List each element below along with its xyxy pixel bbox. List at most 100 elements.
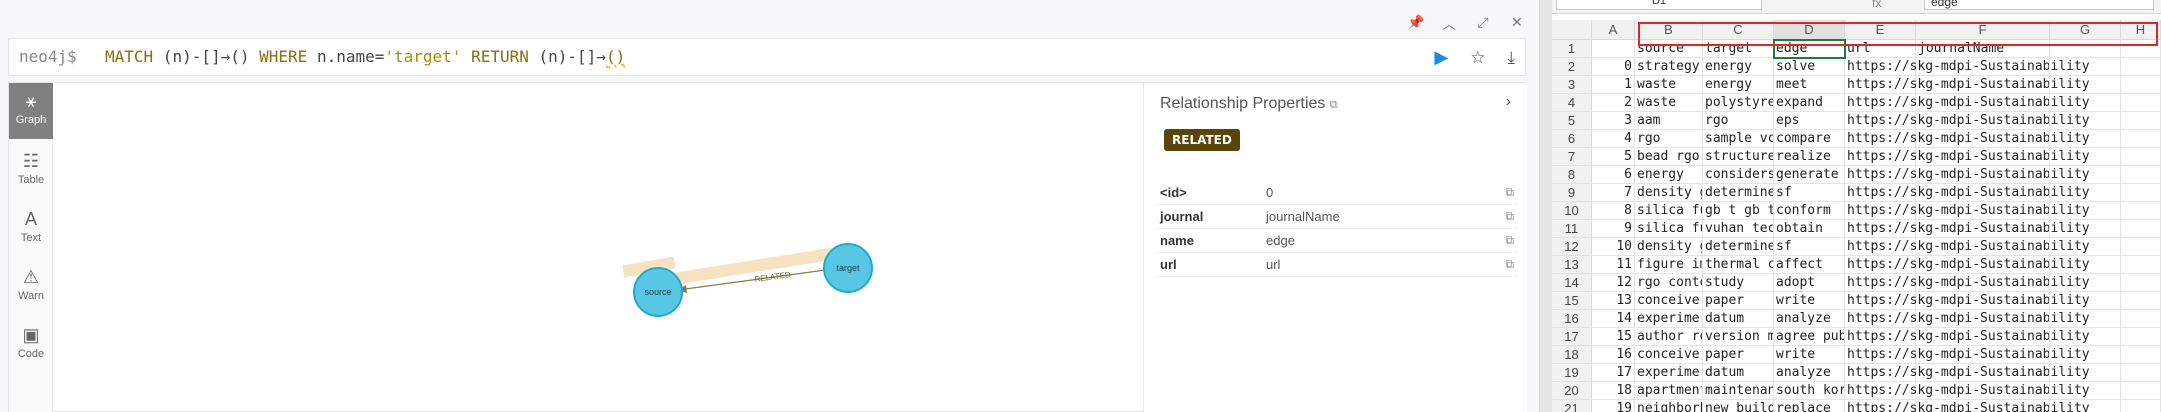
table-cell[interactable]: https://skg-mdpi-Sustainability: [1845, 94, 2090, 112]
table-cell[interactable]: https://skg-mdpi-Sustainability: [1845, 256, 2090, 274]
table-cell[interactable]: 6: [1592, 166, 1635, 184]
table-cell[interactable]: sample vc: [1703, 130, 1774, 148]
table-cell[interactable]: 13: [1592, 292, 1635, 310]
column-header-b[interactable]: B: [1635, 20, 1703, 40]
table-cell[interactable]: [1916, 256, 2050, 274]
table-cell[interactable]: [2050, 148, 2121, 166]
table-cell[interactable]: sf: [1774, 184, 1845, 202]
table-cell[interactable]: [2050, 328, 2121, 346]
table-cell[interactable]: [2050, 58, 2121, 76]
table-cell[interactable]: [1916, 58, 2050, 76]
table-cell[interactable]: 2: [1592, 94, 1635, 112]
table-cell[interactable]: 10: [1592, 238, 1635, 256]
table-cell[interactable]: [1916, 76, 2050, 94]
table-cell[interactable]: [1916, 364, 2050, 382]
table-cell[interactable]: [2121, 364, 2161, 382]
table-cell[interactable]: [2121, 202, 2161, 220]
table-cell[interactable]: [1916, 184, 2050, 202]
table-cell[interactable]: [2121, 112, 2161, 130]
table-cell[interactable]: datum: [1703, 310, 1774, 328]
table-cell[interactable]: apartment: [1635, 382, 1703, 400]
table-cell[interactable]: energy: [1635, 166, 1703, 184]
table-cell[interactable]: experimer: [1635, 310, 1703, 328]
table-cell[interactable]: [2050, 274, 2121, 292]
table-cell[interactable]: [1916, 148, 2050, 166]
row-header[interactable]: 12: [1552, 238, 1592, 256]
table-cell[interactable]: [1916, 292, 2050, 310]
table-cell[interactable]: energy: [1703, 76, 1774, 94]
header-cell[interactable]: [2050, 40, 2121, 58]
table-cell[interactable]: compare: [1774, 130, 1845, 148]
row-header[interactable]: 21: [1552, 400, 1592, 412]
table-cell[interactable]: determines: [1703, 184, 1774, 202]
table-cell[interactable]: [2121, 382, 2161, 400]
table-cell[interactable]: [2050, 202, 2121, 220]
table-cell[interactable]: [2121, 292, 2161, 310]
table-cell[interactable]: 19: [1592, 400, 1635, 412]
table-cell[interactable]: [2050, 346, 2121, 364]
table-cell[interactable]: eps: [1774, 112, 1845, 130]
table-cell[interactable]: 16: [1592, 346, 1635, 364]
table-cell[interactable]: [2050, 184, 2121, 202]
column-header-d[interactable]: D: [1774, 20, 1845, 40]
table-cell[interactable]: [1916, 400, 2050, 412]
table-cell[interactable]: 7: [1592, 184, 1635, 202]
table-cell[interactable]: new build: [1703, 400, 1774, 412]
table-cell[interactable]: structure: [1703, 148, 1774, 166]
row-header[interactable]: 17: [1552, 328, 1592, 346]
table-cell[interactable]: 15: [1592, 328, 1635, 346]
table-cell[interactable]: waste: [1635, 76, 1703, 94]
column-header-a[interactable]: A: [1592, 20, 1635, 40]
table-cell[interactable]: [2050, 166, 2121, 184]
graph-canvas[interactable]: RELATED source target: [53, 83, 1153, 412]
table-cell[interactable]: conceive: [1635, 292, 1703, 310]
table-cell[interactable]: [2050, 364, 2121, 382]
tab-code[interactable]: ▣ Code: [9, 317, 53, 373]
table-cell[interactable]: [2121, 220, 2161, 238]
cypher-query[interactable]: MATCH (n)-[]→() WHERE n.name='target' RE…: [105, 47, 625, 66]
table-cell[interactable]: considers: [1703, 166, 1774, 184]
table-cell[interactable]: https://skg-mdpi-Sustainability: [1845, 202, 2090, 220]
header-cell[interactable]: [1592, 40, 1635, 58]
table-cell[interactable]: [2121, 130, 2161, 148]
table-cell[interactable]: [2121, 94, 2161, 112]
table-cell[interactable]: silica fu: [1635, 220, 1703, 238]
row-header[interactable]: 11: [1552, 220, 1592, 238]
table-cell[interactable]: [2121, 310, 2161, 328]
table-cell[interactable]: neighborh: [1635, 400, 1703, 412]
table-cell[interactable]: gb t gb t: [1703, 202, 1774, 220]
table-cell[interactable]: https://skg-mdpi-Sustainability: [1845, 382, 2090, 400]
row-header[interactable]: 2: [1552, 58, 1592, 76]
table-cell[interactable]: silica fu: [1635, 202, 1703, 220]
row-header[interactable]: 14: [1552, 274, 1592, 292]
table-cell[interactable]: [2121, 238, 2161, 256]
table-cell[interactable]: https://skg-mdpi-Sustainability: [1845, 346, 2090, 364]
copy-all-icon[interactable]: ⧉: [1330, 99, 1338, 111]
header-cell[interactable]: [2121, 40, 2161, 58]
table-cell[interactable]: thermal c: [1703, 256, 1774, 274]
table-cell[interactable]: [2050, 310, 2121, 328]
table-cell[interactable]: write: [1774, 346, 1845, 364]
table-cell[interactable]: conform: [1774, 202, 1845, 220]
table-cell[interactable]: [2121, 328, 2161, 346]
table-cell[interactable]: [2121, 400, 2161, 412]
table-cell[interactable]: waste: [1635, 94, 1703, 112]
run-button[interactable]: ▶: [1434, 47, 1448, 68]
table-cell[interactable]: [2121, 148, 2161, 166]
table-cell[interactable]: https://skg-mdpi-Sustainability: [1845, 310, 2090, 328]
tab-text[interactable]: A Text: [9, 201, 53, 257]
row-header[interactable]: 19: [1552, 364, 1592, 382]
copy-icon[interactable]: ⧉: [1505, 233, 1514, 248]
table-cell[interactable]: https://skg-mdpi-Sustainability: [1845, 58, 2090, 76]
table-cell[interactable]: analyze: [1774, 310, 1845, 328]
table-cell[interactable]: https://skg-mdpi-Sustainability: [1845, 292, 2090, 310]
table-cell[interactable]: author re: [1635, 328, 1703, 346]
table-cell[interactable]: https://skg-mdpi-Sustainability: [1845, 238, 2090, 256]
pin-icon[interactable]: 📌: [1407, 14, 1424, 34]
favorite-icon[interactable]: ☆: [1470, 48, 1485, 68]
table-cell[interactable]: 9: [1592, 220, 1635, 238]
collapse-icon[interactable]: ︿: [1441, 14, 1457, 34]
table-cell[interactable]: [2050, 94, 2121, 112]
table-cell[interactable]: adopt: [1774, 274, 1845, 292]
table-cell[interactable]: study: [1703, 274, 1774, 292]
